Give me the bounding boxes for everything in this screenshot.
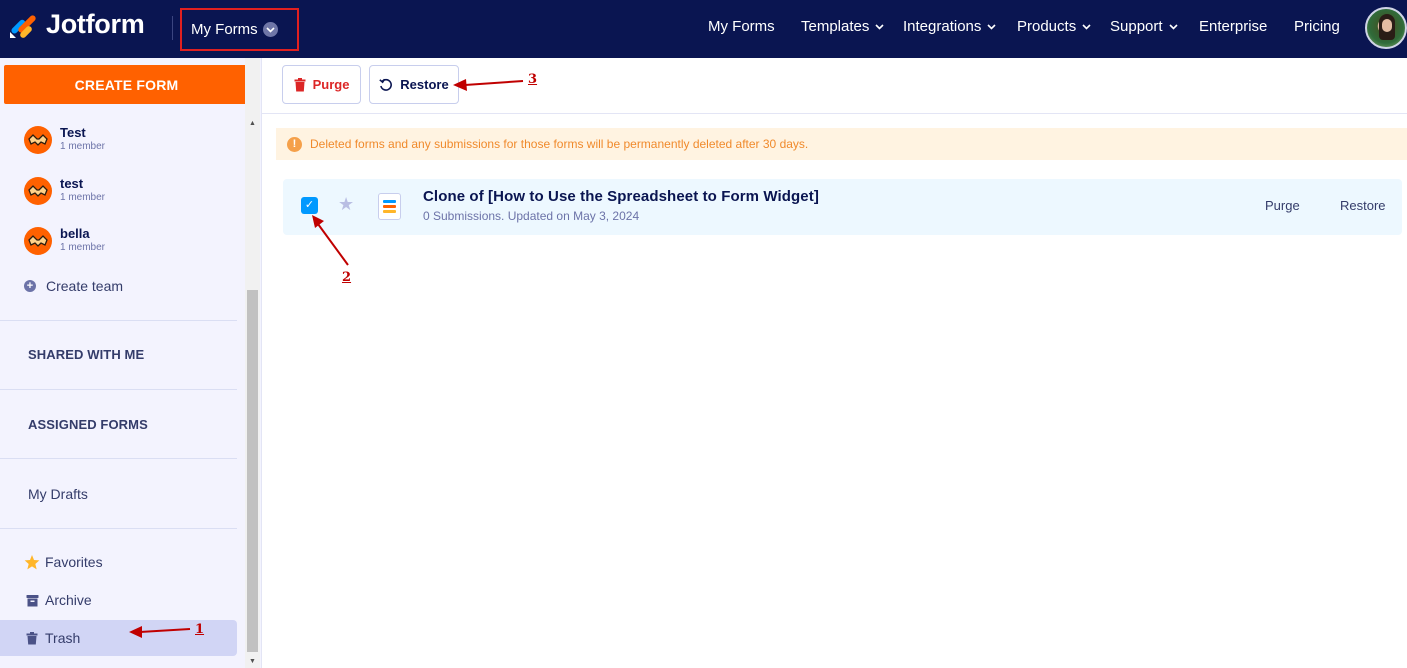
warning-icon: ! <box>287 136 302 152</box>
nav-templates-label: Templates <box>801 18 870 35</box>
sidebar-item-favorites[interactable]: Favorites <box>24 554 103 570</box>
team-item-bella[interactable]: bella 1 member <box>24 226 106 255</box>
form-list-item[interactable]: ✓ ★ Clone of [How to Use the Spreadsheet… <box>283 179 1402 235</box>
nav-products[interactable]: Products <box>1017 18 1091 35</box>
sidebar-divider <box>0 389 237 390</box>
trash-icon <box>24 631 40 645</box>
create-team-label: Create team <box>46 278 124 294</box>
create-team-button[interactable]: + Create team <box>24 278 123 294</box>
nav-integrations[interactable]: Integrations <box>903 18 996 35</box>
sidebar-divider <box>0 320 237 321</box>
annotation-number-3: 3 <box>528 72 538 87</box>
nav-products-label: Products <box>1017 18 1077 35</box>
form-meta: 0 Submissions. Updated on May 3, 2024 <box>423 209 640 223</box>
star-icon <box>24 554 40 570</box>
team-name: test <box>60 176 84 191</box>
user-avatar[interactable] <box>1365 7 1407 49</box>
chevron-down-icon <box>1168 23 1178 30</box>
restore-button-label: Restore <box>400 77 449 92</box>
nav-pricing-label: Pricing <box>1294 18 1340 35</box>
my-forms-switcher-label: My Forms <box>191 21 258 38</box>
team-name: bella <box>60 226 90 241</box>
scroll-up-arrow-icon[interactable]: ▲ <box>247 119 258 129</box>
chevron-down-icon <box>1082 23 1091 30</box>
shared-with-me-link[interactable]: SHARED WITH ME <box>28 347 144 362</box>
team-icon <box>24 227 52 255</box>
chevron-down-icon <box>262 22 278 37</box>
team-members: 1 member <box>60 192 106 203</box>
create-form-button[interactable]: CREATE FORM <box>4 65 249 104</box>
sidebar-divider <box>0 528 237 529</box>
team-name: Test <box>60 125 86 140</box>
form-select-checkbox[interactable]: ✓ <box>301 197 318 214</box>
sidebar-item-label: Archive <box>45 592 92 608</box>
team-members: 1 member <box>60 141 106 152</box>
jotform-logo-icon <box>10 14 36 38</box>
team-icon <box>24 177 52 205</box>
restore-button[interactable]: Restore <box>369 65 459 104</box>
chevron-down-icon <box>875 23 884 30</box>
chevron-down-icon <box>987 23 996 30</box>
nav-support[interactable]: Support <box>1110 18 1178 35</box>
nav-pricing[interactable]: Pricing <box>1294 18 1340 35</box>
annotation-number-1: 1 <box>195 622 205 637</box>
my-drafts-link[interactable]: My Drafts <box>28 486 88 502</box>
restore-icon <box>379 78 393 92</box>
trash-notice-banner: ! Deleted forms and any submissions for … <box>276 128 1407 160</box>
plus-circle-icon: + <box>24 280 36 292</box>
sidebar-item-archive[interactable]: Archive <box>24 592 92 608</box>
trash-icon <box>294 77 306 92</box>
favorite-star-icon[interactable]: ★ <box>338 194 354 215</box>
sidebar-item-trash[interactable]: Trash <box>24 630 80 646</box>
purge-button[interactable]: Purge <box>282 65 361 104</box>
my-forms-switcher[interactable]: My Forms <box>180 8 299 51</box>
team-icon <box>24 126 52 154</box>
archive-icon <box>24 594 40 607</box>
top-navbar: Jotform My Forms My Forms Templates Inte… <box>0 0 1407 58</box>
scroll-down-arrow-icon[interactable]: ▼ <box>247 657 258 667</box>
annotation-arrow-3 <box>453 79 524 91</box>
avatar-face <box>1382 19 1392 32</box>
team-members: 1 member <box>60 242 106 253</box>
team-item-test[interactable]: Test 1 member <box>24 125 106 154</box>
toolbar-divider <box>262 113 1407 114</box>
row-purge-button[interactable]: Purge <box>1265 198 1300 213</box>
team-item-test-lower[interactable]: test 1 member <box>24 176 106 205</box>
nav-templates[interactable]: Templates <box>801 18 884 35</box>
nav-my-forms-label: My Forms <box>708 18 775 35</box>
sidebar-scrollbar-thumb[interactable] <box>247 290 258 652</box>
form-icon <box>378 193 401 220</box>
nav-integrations-label: Integrations <box>903 18 982 35</box>
notice-text: Deleted forms and any submissions for th… <box>310 137 809 151</box>
purge-button-label: Purge <box>312 77 350 92</box>
sidebar: CREATE FORM Test 1 member test 1 member … <box>0 58 262 668</box>
sidebar-divider <box>0 458 237 459</box>
jotform-logo[interactable]: Jotform <box>8 9 145 40</box>
form-title[interactable]: Clone of [How to Use the Spreadsheet to … <box>423 188 819 205</box>
annotation-number-2: 2 <box>342 270 352 285</box>
row-restore-button[interactable]: Restore <box>1340 198 1386 213</box>
nav-enterprise[interactable]: Enterprise <box>1199 18 1267 35</box>
nav-enterprise-label: Enterprise <box>1199 18 1268 35</box>
nav-my-forms[interactable]: My Forms <box>708 18 775 35</box>
assigned-forms-link[interactable]: ASSIGNED FORMS <box>28 417 148 432</box>
sidebar-item-label: Favorites <box>45 554 103 570</box>
logo-separator <box>172 16 173 40</box>
logo-text: Jotform <box>46 9 145 39</box>
nav-support-label: Support <box>1110 18 1163 35</box>
sidebar-item-label: Trash <box>45 630 81 646</box>
